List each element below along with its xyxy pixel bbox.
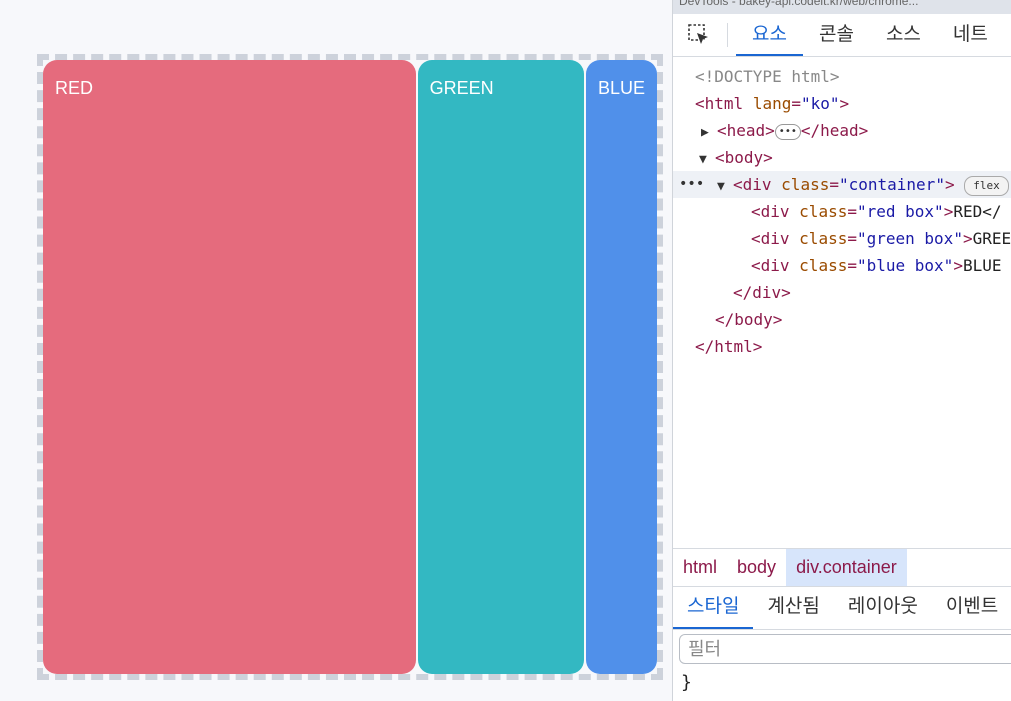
container-class-value: "container" — [838, 175, 945, 194]
dom-html-close-line[interactable]: </html> — [673, 333, 1011, 360]
filter-row: 필터 — [673, 629, 1011, 670]
tab-event-listeners[interactable]: 이벤트 — [932, 587, 1011, 629]
tab-layout[interactable]: 레이아웃 — [834, 587, 932, 629]
html-lang-attr: lang — [752, 94, 792, 113]
blue-box: BLUE — [586, 60, 657, 674]
breadcrumb: html body div.container — [673, 548, 1011, 586]
div-open-tag: <div — [751, 229, 790, 248]
green-box-text: GREEN — [972, 229, 1011, 248]
body-open-tag: <body> — [715, 148, 773, 167]
div-open-tag: <div — [733, 175, 772, 194]
styles-tab-bar: 스타일 계산됨 레이아웃 이벤트 — [673, 586, 1011, 629]
class-attr: class — [799, 229, 848, 248]
blue-box-text: BLUE — [962, 256, 1002, 275]
dom-green-box-line[interactable]: <div class="green box">GREEN — [673, 225, 1011, 252]
breadcrumb-body[interactable]: body — [727, 549, 786, 586]
dom-red-box-line[interactable]: <div class="red box">RED</ — [673, 198, 1011, 225]
green-box: GREEN — [417, 60, 584, 674]
html-lang-value: "ko" — [800, 94, 840, 113]
html-open-tag: <html — [695, 94, 744, 113]
breadcrumb-div-container[interactable]: div.container — [786, 549, 907, 586]
container-class-attr: class — [781, 175, 830, 194]
tab-separator — [727, 23, 728, 47]
devtools-tab-bar: 요소 콘솔 소스 네트 — [673, 14, 1011, 57]
div-open-tag: <div — [751, 256, 790, 275]
tab-elements[interactable]: 요소 — [736, 14, 803, 56]
expand-arrow-icon[interactable]: ▶ — [701, 119, 717, 146]
devtools-panel: DevTools - bakey-api.codeit.kr/web/chrom… — [672, 0, 1011, 701]
html-close-tag: </html> — [695, 337, 763, 356]
red-box: RED — [43, 60, 416, 674]
dom-head-line[interactable]: ▶ <head> ••• </head> — [673, 117, 1011, 144]
page-preview: RED GREEN BLUE — [0, 0, 672, 701]
dom-div-close-line[interactable]: </div> — [673, 279, 1011, 306]
tab-sources[interactable]: 소스 — [870, 14, 937, 56]
div-close-tag: </div> — [733, 283, 791, 302]
dom-body-close-line[interactable]: </body> — [673, 306, 1011, 333]
filter-input[interactable]: 필터 — [679, 634, 1011, 664]
tab-network[interactable]: 네트 — [937, 14, 1004, 56]
class-attr: class — [799, 202, 848, 221]
red-box-text: RED</ — [953, 202, 1002, 221]
inspect-element-icon[interactable] — [685, 21, 713, 49]
closing-brace: } — [681, 672, 692, 693]
blue-box-class-value: "blue box" — [856, 256, 954, 275]
tab-styles[interactable]: 스타일 — [673, 587, 754, 629]
collapse-arrow-icon[interactable]: ▼ — [717, 173, 733, 200]
tab-console[interactable]: 콘솔 — [803, 14, 870, 56]
div-open-tag: <div — [751, 202, 790, 221]
head-close-tag: </head> — [800, 121, 869, 140]
dom-container-line[interactable]: ••• ▼ <div class="container"> flex — [673, 171, 1011, 198]
devtools-title: DevTools - bakey-api.codeit.kr/web/chrom… — [673, 0, 1011, 14]
tab-computed[interactable]: 계산됨 — [753, 587, 833, 629]
container-div: RED GREEN BLUE — [37, 54, 663, 680]
dom-tree: <!DOCTYPE html> <html lang="ko"> ▶ <head>… — [673, 57, 1011, 360]
green-box-class-value: "green box" — [856, 229, 963, 248]
dom-blue-box-line[interactable]: <div class="blue box">BLUE — [673, 252, 1011, 279]
flex-container: RED GREEN BLUE — [43, 60, 657, 674]
dom-body-line[interactable]: ▼ <body> — [673, 144, 1011, 171]
class-attr: class — [799, 256, 848, 275]
more-dots-icon[interactable]: ••• — [679, 171, 704, 198]
dom-html-line[interactable]: <html lang="ko"> — [673, 90, 1011, 117]
breadcrumb-html[interactable]: html — [673, 549, 727, 586]
red-box-class-value: "red box" — [856, 202, 944, 221]
collapsed-dots-icon[interactable]: ••• — [774, 123, 801, 140]
flex-badge[interactable]: flex — [964, 175, 1009, 196]
collapse-arrow-icon[interactable]: ▼ — [699, 146, 715, 173]
doctype-text: <!DOCTYPE html> — [695, 67, 840, 86]
body-close-tag: </body> — [715, 310, 783, 329]
head-open-tag: <head> — [717, 121, 775, 140]
dom-doctype-line[interactable]: <!DOCTYPE html> — [673, 63, 1011, 90]
